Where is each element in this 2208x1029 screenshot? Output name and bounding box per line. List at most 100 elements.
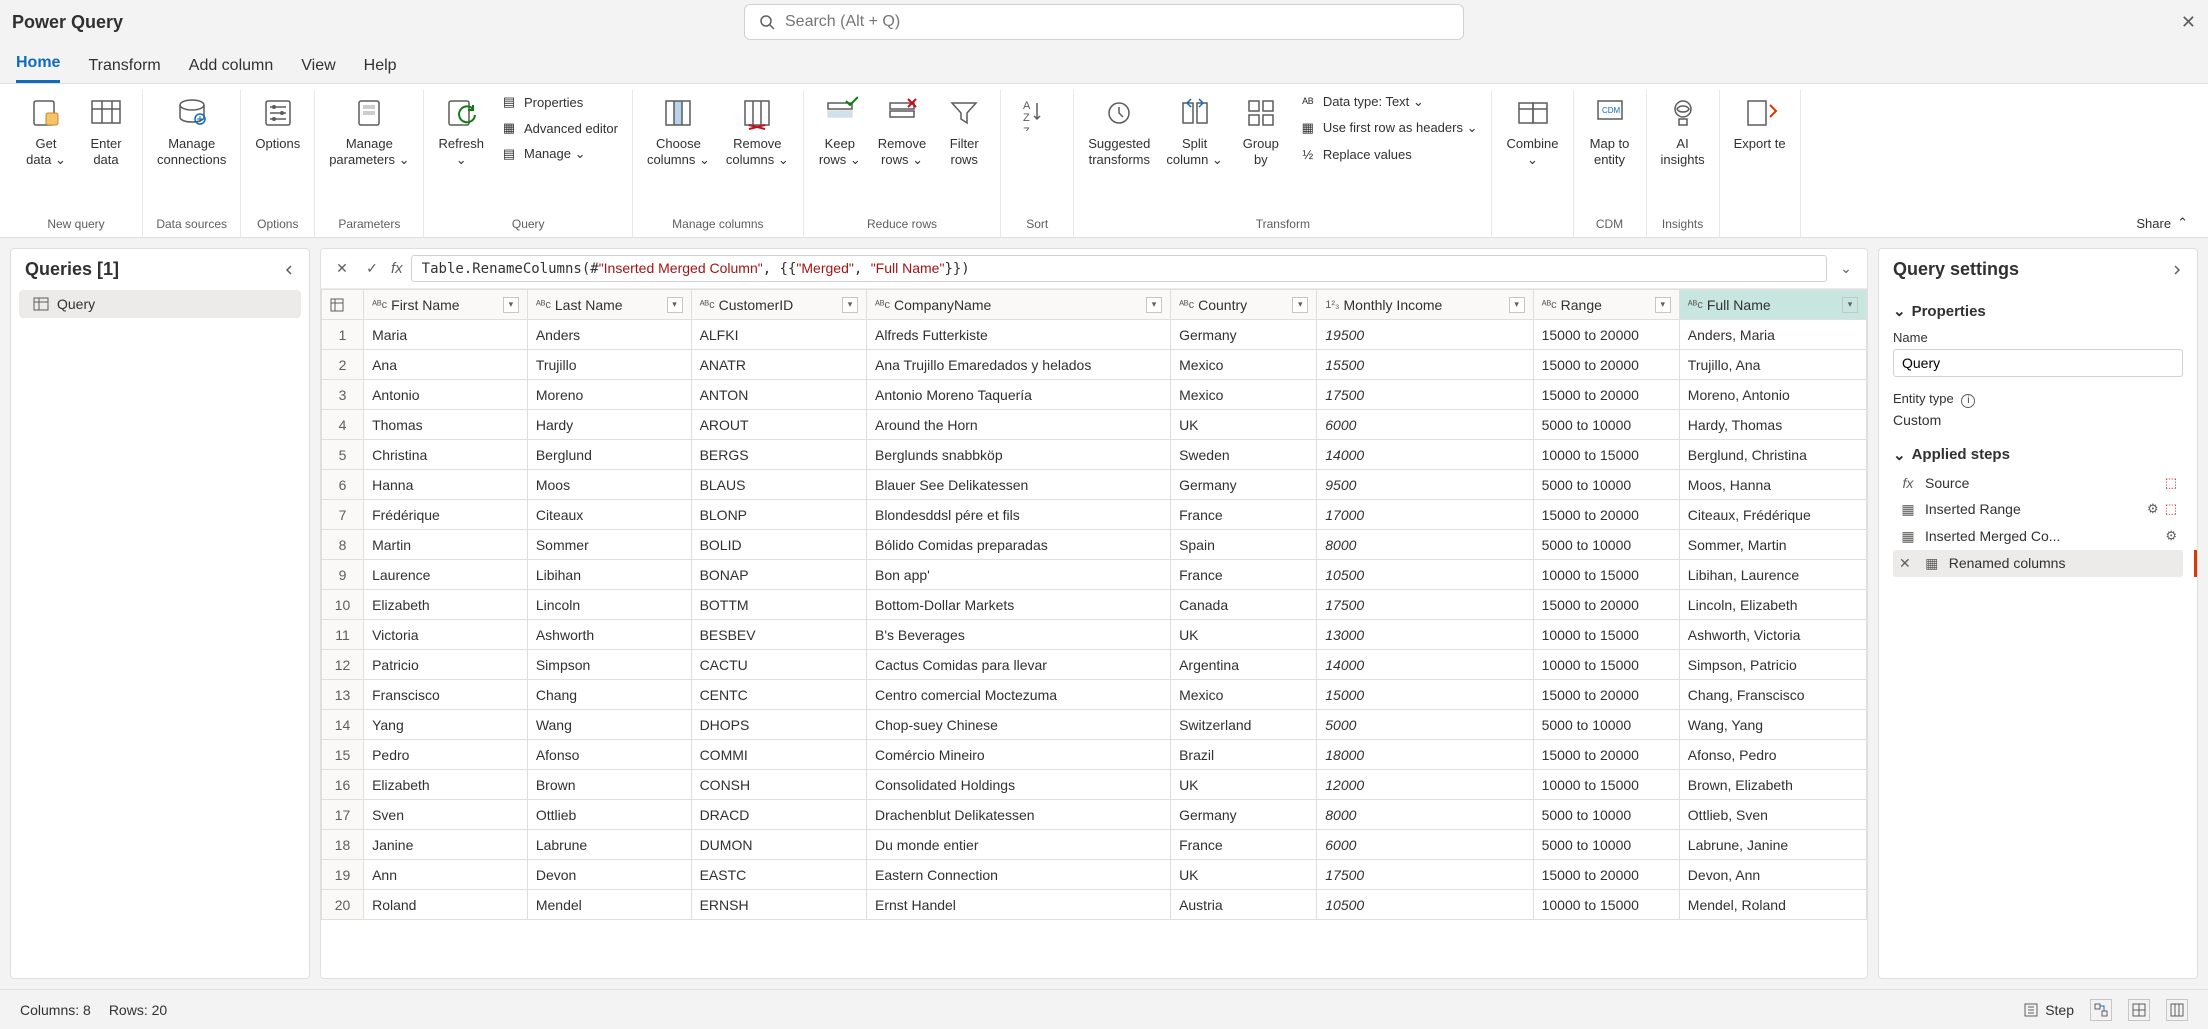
cell[interactable]: 8000 xyxy=(1317,530,1533,560)
cell[interactable]: Centro comercial Moctezuma xyxy=(866,680,1170,710)
advanced-editor-button[interactable]: ▦Advanced editor xyxy=(494,116,624,140)
cell[interactable]: Ana Trujillo Emaredados y helados xyxy=(866,350,1170,380)
cell[interactable]: 15000 to 20000 xyxy=(1533,380,1679,410)
warning-icon[interactable]: ⬚ xyxy=(2165,501,2177,517)
column-header-Range[interactable]: ᴬᴮcRange▾ xyxy=(1533,290,1679,320)
cell[interactable]: Lincoln, Elizabeth xyxy=(1679,590,1866,620)
cell[interactable]: Brown xyxy=(527,770,691,800)
table-row[interactable]: 8MartinSommerBOLIDBólido Comidas prepara… xyxy=(322,530,1867,560)
row-number[interactable]: 12 xyxy=(322,650,364,680)
search-input[interactable] xyxy=(785,13,1449,31)
cell[interactable]: Chang, Franscisco xyxy=(1679,680,1866,710)
filter-dropdown-icon[interactable]: ▾ xyxy=(1146,297,1162,313)
row-number[interactable]: 19 xyxy=(322,860,364,890)
first-row-headers-button[interactable]: ▦Use first row as headers ⌄ xyxy=(1293,116,1484,140)
cell[interactable]: 6000 xyxy=(1317,830,1533,860)
export-template-button[interactable]: Export te xyxy=(1728,90,1792,156)
cell[interactable]: DUMON xyxy=(691,830,866,860)
cell[interactable]: Ashworth, Victoria xyxy=(1679,620,1866,650)
row-number[interactable]: 4 xyxy=(322,410,364,440)
cell[interactable]: CENTC xyxy=(691,680,866,710)
cell[interactable]: 9500 xyxy=(1317,470,1533,500)
cell[interactable]: Berglund, Christina xyxy=(1679,440,1866,470)
applied-step[interactable]: fxSource⬚ xyxy=(1893,470,2183,496)
cell[interactable]: France xyxy=(1171,500,1317,530)
tab-home[interactable]: Home xyxy=(16,54,60,83)
cell[interactable]: 5000 xyxy=(1317,710,1533,740)
cell[interactable]: 5000 to 10000 xyxy=(1533,800,1679,830)
row-number[interactable]: 20 xyxy=(322,890,364,920)
cell[interactable]: Switzerland xyxy=(1171,710,1317,740)
column-header-FirstName[interactable]: ᴬᴮcFirst Name▾ xyxy=(364,290,528,320)
table-row[interactable]: 13FransciscoChangCENTCCentro comercial M… xyxy=(322,680,1867,710)
cell[interactable]: Pedro xyxy=(364,740,528,770)
cell[interactable]: Franscisco xyxy=(364,680,528,710)
cell[interactable]: Mendel xyxy=(527,890,691,920)
table-row[interactable]: 7FrédériqueCiteauxBLONPBlondesddsl pére … xyxy=(322,500,1867,530)
row-number[interactable]: 2 xyxy=(322,350,364,380)
cell[interactable]: 15000 to 20000 xyxy=(1533,860,1679,890)
properties-header[interactable]: ⌄ Properties xyxy=(1893,296,2183,326)
cell[interactable]: EASTC xyxy=(691,860,866,890)
filter-dropdown-icon[interactable]: ▾ xyxy=(1842,297,1858,313)
map-to-entity-button[interactable]: CDMMap toentity xyxy=(1582,90,1638,173)
applied-steps-header[interactable]: ⌄ Applied steps xyxy=(1893,440,2183,470)
combine-button[interactable]: Combine⌄ xyxy=(1500,90,1564,173)
cell[interactable]: 10000 to 15000 xyxy=(1533,770,1679,800)
cell[interactable]: 15000 to 20000 xyxy=(1533,680,1679,710)
cell[interactable]: Elizabeth xyxy=(364,770,528,800)
cell[interactable]: BESBEV xyxy=(691,620,866,650)
cell[interactable]: Frédérique xyxy=(364,500,528,530)
cell[interactable]: Moreno xyxy=(527,380,691,410)
expand-settings-icon[interactable] xyxy=(2171,264,2183,276)
table-row[interactable]: 2AnaTrujilloANATRAna Trujillo Emaredados… xyxy=(322,350,1867,380)
cell[interactable]: CACTU xyxy=(691,650,866,680)
suggested-transforms-button[interactable]: Suggestedtransforms xyxy=(1082,90,1156,173)
row-number[interactable]: 15 xyxy=(322,740,364,770)
applied-step[interactable]: ▦Inserted Range⚙⬚ xyxy=(1893,496,2183,523)
cell[interactable]: Ottlieb, Sven xyxy=(1679,800,1866,830)
cell[interactable]: Wang xyxy=(527,710,691,740)
cell[interactable]: Blondesddsl pére et fils xyxy=(866,500,1170,530)
row-number[interactable]: 9 xyxy=(322,560,364,590)
tab-view[interactable]: View xyxy=(301,57,335,83)
table-row[interactable]: 11VictoriaAshworthBESBEVB's BeveragesUK1… xyxy=(322,620,1867,650)
cell[interactable]: BONAP xyxy=(691,560,866,590)
cell[interactable]: Sommer, Martin xyxy=(1679,530,1866,560)
cell[interactable]: Afonso xyxy=(527,740,691,770)
cell[interactable]: 5000 to 10000 xyxy=(1533,410,1679,440)
row-number[interactable]: 11 xyxy=(322,620,364,650)
cell[interactable]: 14000 xyxy=(1317,650,1533,680)
cell[interactable]: Canada xyxy=(1171,590,1317,620)
cell[interactable]: Bottom-Dollar Markets xyxy=(866,590,1170,620)
cell[interactable]: 15000 to 20000 xyxy=(1533,590,1679,620)
table-row[interactable]: 4ThomasHardyAROUTAround the HornUK600050… xyxy=(322,410,1867,440)
cell[interactable]: 14000 xyxy=(1317,440,1533,470)
cell[interactable]: CONSH xyxy=(691,770,866,800)
cell[interactable]: Brazil xyxy=(1171,740,1317,770)
global-search[interactable] xyxy=(744,4,1464,40)
cell[interactable]: B's Beverages xyxy=(866,620,1170,650)
cell[interactable]: 6000 xyxy=(1317,410,1533,440)
filter-dropdown-icon[interactable]: ▾ xyxy=(667,297,683,313)
filter-dropdown-icon[interactable]: ▾ xyxy=(503,297,519,313)
cell[interactable]: Roland xyxy=(364,890,528,920)
cell[interactable]: France xyxy=(1171,830,1317,860)
ai-insights-button[interactable]: AIinsights xyxy=(1655,90,1711,173)
row-number[interactable]: 5 xyxy=(322,440,364,470)
cell[interactable]: Comércio Mineiro xyxy=(866,740,1170,770)
cell[interactable]: Janine xyxy=(364,830,528,860)
delete-step-icon[interactable]: ✕ xyxy=(1899,555,1911,572)
table-row[interactable]: 19AnnDevonEASTCEastern ConnectionUK17500… xyxy=(322,860,1867,890)
cell[interactable]: BOTTM xyxy=(691,590,866,620)
gear-icon[interactable]: ⚙ xyxy=(2147,501,2159,517)
tab-transform[interactable]: Transform xyxy=(88,57,160,83)
cell[interactable]: Chop-suey Chinese xyxy=(866,710,1170,740)
cell[interactable]: Hanna xyxy=(364,470,528,500)
column-header-CompanyName[interactable]: ᴬᴮcCompanyName▾ xyxy=(866,290,1170,320)
cell[interactable]: Mexico xyxy=(1171,680,1317,710)
table-row[interactable]: 16ElizabethBrownCONSHConsolidated Holdin… xyxy=(322,770,1867,800)
cell[interactable]: Devon xyxy=(527,860,691,890)
replace-values-button[interactable]: ½Replace values xyxy=(1293,142,1484,166)
cell[interactable]: Ann xyxy=(364,860,528,890)
